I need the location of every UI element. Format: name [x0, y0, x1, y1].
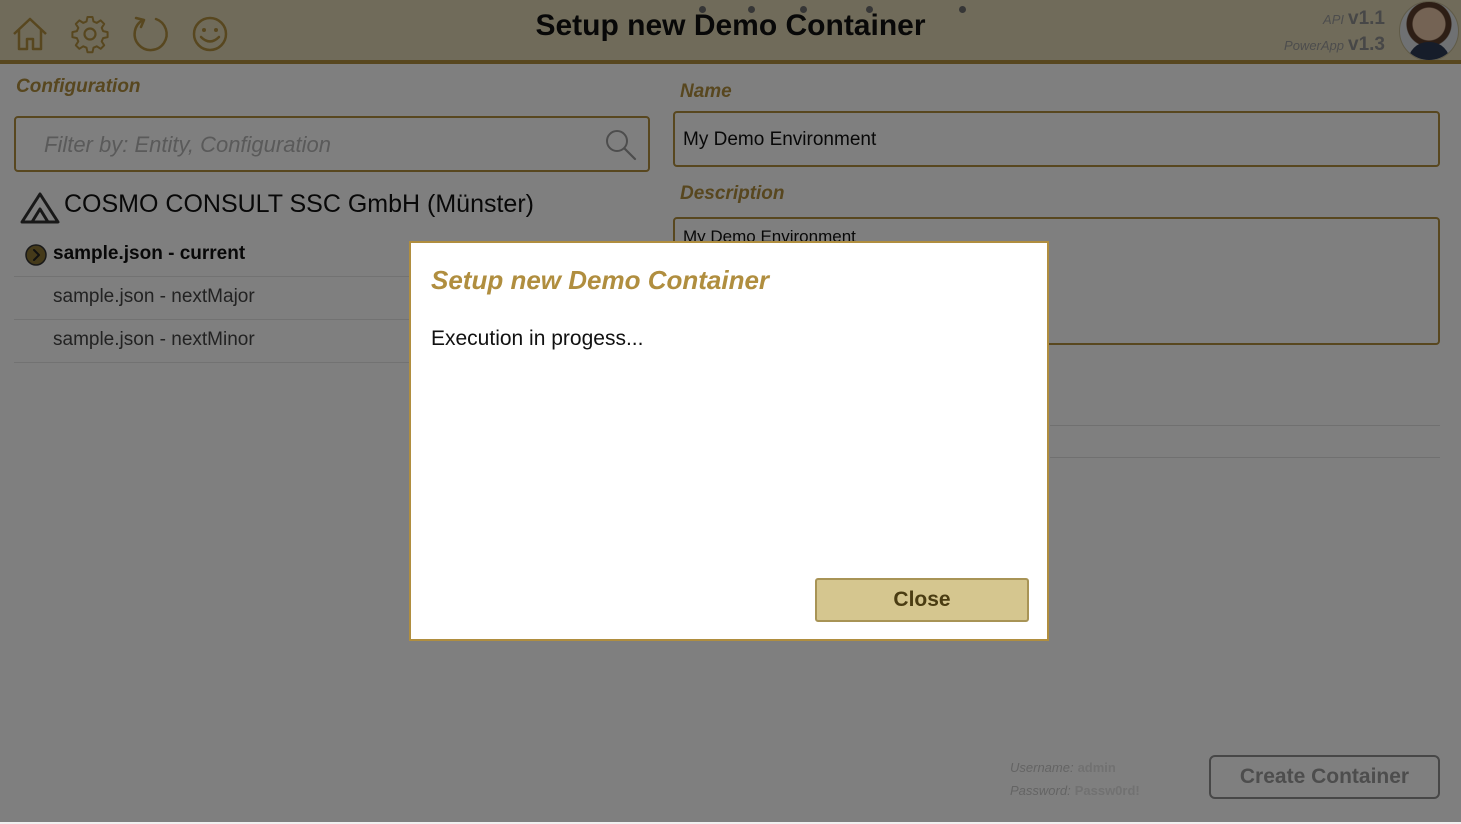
dialog-message: Execution in progess...	[431, 327, 644, 350]
close-button[interactable]: Close	[815, 578, 1029, 622]
progress-dialog: Setup new Demo Container Execution in pr…	[409, 241, 1049, 641]
dialog-title: Setup new Demo Container	[431, 265, 770, 295]
